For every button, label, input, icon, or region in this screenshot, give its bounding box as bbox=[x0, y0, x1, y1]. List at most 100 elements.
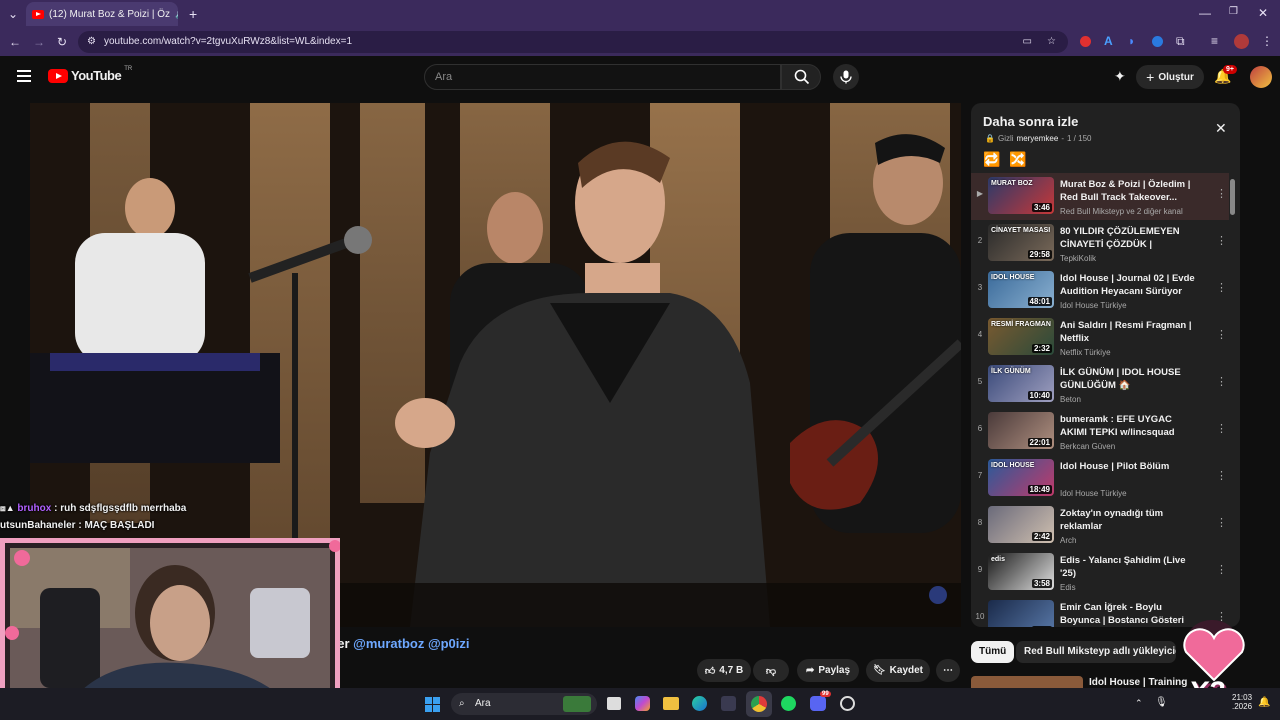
media-control-icon[interactable]: ≡ bbox=[1211, 35, 1218, 47]
playlist-item-menu-icon[interactable]: ⋮ bbox=[1216, 563, 1227, 576]
playlist-item-title[interactable]: İLK GÜNÜM | IDOL HOUSE GÜNLÜĞÜM 🏠 bbox=[1060, 366, 1200, 392]
account-avatar[interactable] bbox=[1250, 66, 1272, 88]
obs-icon[interactable] bbox=[840, 696, 855, 711]
playlist-item-menu-icon[interactable]: ⋮ bbox=[1216, 469, 1227, 482]
playlist-item[interactable]: 2 CİNAYET MASASI 29:58 80 YILDIR ÇÖZÜLEMEYE… bbox=[971, 220, 1229, 267]
playlist-title[interactable]: Daha sonra izle bbox=[983, 114, 1078, 129]
playlist-item-title[interactable]: Edis - Yalancı Şahidim (Live '25) bbox=[1060, 554, 1200, 580]
chrome-taskbar-item[interactable] bbox=[746, 691, 772, 717]
youtube-logo[interactable]: YouTube TR bbox=[48, 66, 132, 83]
bookmark-star-icon[interactable]: ☆ bbox=[1047, 31, 1056, 53]
playlist-item[interactable]: 6 22:01 bumeramk : EFE UYGAC AKIMI TEPKI w… bbox=[971, 408, 1229, 455]
playlist-item-thumbnail[interactable]: IDOL HOUSE 18:49 bbox=[988, 459, 1054, 496]
playlist-item-channel[interactable]: TepkiKolik bbox=[1060, 254, 1210, 263]
dislike-button[interactable]: 👎︎ bbox=[753, 659, 789, 682]
playlist-item-thumbnail[interactable]: edis 3:58 bbox=[988, 553, 1054, 590]
forward-icon[interactable]: → bbox=[33, 36, 45, 48]
playlist-item-title[interactable]: bumeramk : EFE UYGAC AKIMI TEPKI w/lincs… bbox=[1060, 413, 1200, 439]
playlist-item-channel[interactable]: Arch bbox=[1060, 536, 1210, 545]
chip-all[interactable]: Tümü bbox=[971, 641, 1015, 663]
taskbar-search[interactable]: ⌕ Ara bbox=[451, 693, 597, 715]
playlist-item[interactable]: 5 İLK GÜNÜM 10:40 İLK GÜNÜM | IDOL HOUSE GÜ… bbox=[971, 361, 1229, 408]
next-video-thumbnail[interactable] bbox=[971, 676, 1083, 688]
playlist-item[interactable]: 7 IDOL HOUSE 18:49 Idol House | Pilot Bölüm… bbox=[971, 455, 1229, 502]
audio-icon[interactable]: 🔊 bbox=[175, 9, 178, 20]
extension-translate-icon[interactable]: A bbox=[1104, 35, 1113, 47]
playlist-item[interactable]: 3 IDOL HOUSE 48:01 Idol House | Journal 02 … bbox=[971, 267, 1229, 314]
browser-tab[interactable]: (12) Murat Boz & Poizi | Öz 🔊 ✕ bbox=[26, 2, 178, 26]
task-view-icon[interactable] bbox=[607, 697, 621, 710]
playlist-item-channel[interactable]: Idol House Türkiye bbox=[1060, 489, 1210, 498]
search-input[interactable]: Ara bbox=[424, 64, 781, 90]
playlist-item-thumbnail[interactable]: 2:42 bbox=[988, 506, 1054, 543]
playlist-item-menu-icon[interactable]: ⋮ bbox=[1216, 328, 1227, 341]
spotify-icon[interactable] bbox=[781, 696, 796, 711]
voice-search-button[interactable] bbox=[833, 64, 859, 90]
notification-center-icon[interactable]: 🔔 bbox=[1258, 697, 1270, 708]
tray-chevron-icon[interactable]: ⌃ bbox=[1135, 698, 1143, 709]
search-button[interactable] bbox=[781, 64, 821, 90]
restore-icon[interactable]: ❐ bbox=[1229, 7, 1238, 17]
playlist-scrollbar[interactable] bbox=[1230, 179, 1235, 215]
playlist-item-thumbnail[interactable]: 22:01 bbox=[988, 412, 1054, 449]
close-window-icon[interactable]: ✕ bbox=[1258, 7, 1268, 19]
playlist-item-thumbnail[interactable]: İLK GÜNÜM 10:40 bbox=[988, 365, 1054, 402]
more-actions-button[interactable]: ⋯ bbox=[936, 659, 960, 682]
menu-dots-icon[interactable]: ⋮ bbox=[1261, 35, 1273, 47]
extension-red-icon[interactable] bbox=[1080, 36, 1091, 47]
new-tab-icon[interactable]: + bbox=[189, 7, 197, 21]
playlist-item-menu-icon[interactable]: ⋮ bbox=[1216, 516, 1227, 529]
url-field[interactable]: ⚙ youtube.com/watch?v=2tgvuXuRWz8&list=W… bbox=[78, 31, 1068, 53]
windows-start-icon[interactable] bbox=[425, 697, 440, 712]
playlist-item-title[interactable]: Idol House | Pilot Bölüm bbox=[1060, 460, 1200, 473]
reload-icon[interactable]: ↻ bbox=[57, 36, 67, 48]
playlist-item-title[interactable]: Murat Boz & Poizi | Özledim | Red Bull T… bbox=[1060, 178, 1200, 204]
playlist-item-menu-icon[interactable]: ⋮ bbox=[1216, 281, 1227, 294]
playlist-item-menu-icon[interactable]: ⋮ bbox=[1216, 234, 1227, 247]
clock[interactable]: 21:03 .2026 bbox=[1232, 693, 1252, 711]
cast-icon[interactable]: ▭ bbox=[1023, 31, 1032, 53]
store-icon[interactable] bbox=[721, 696, 736, 711]
file-explorer-icon[interactable] bbox=[663, 697, 679, 710]
microphone-tray-icon[interactable]: 🎙 bbox=[1155, 697, 1168, 708]
playlist-item-thumbnail[interactable]: MURAT BOZ 3:46 bbox=[988, 177, 1054, 214]
close-playlist-icon[interactable]: ✕ bbox=[1215, 120, 1227, 137]
create-button[interactable]: + Oluştur bbox=[1136, 65, 1204, 89]
playlist-item[interactable]: ▶ MURAT BOZ 3:46 Murat Boz & Poizi | Özledi… bbox=[971, 173, 1229, 220]
playlist-item-channel[interactable]: Beton bbox=[1060, 395, 1210, 404]
profile-avatar[interactable] bbox=[1234, 34, 1249, 49]
playlist-item-thumbnail[interactable]: CİNAYET MASASI 29:58 bbox=[988, 224, 1054, 261]
loop-playlist-icon[interactable]: 🔁 bbox=[983, 151, 1000, 168]
playlist-item-menu-icon[interactable]: ⋮ bbox=[1216, 375, 1227, 388]
hamburger-menu-icon[interactable] bbox=[17, 70, 31, 82]
playlist-item-thumbnail[interactable]: RESMİ FRAGMAN 2:32 bbox=[988, 318, 1054, 355]
extension-audio-icon[interactable]: ◗ bbox=[1128, 35, 1135, 47]
share-button[interactable]: ➦ Paylaş bbox=[797, 659, 859, 682]
playlist-item-thumbnail[interactable]: IDOL HOUSE 48:01 bbox=[988, 271, 1054, 308]
playlist-item-title[interactable]: Zoktay'ın oynadığı tüm reklamlar bbox=[1060, 507, 1200, 533]
playlist-item-title[interactable]: Idol House | Journal 02 | Evde Audition … bbox=[1060, 272, 1200, 298]
edge-icon[interactable] bbox=[692, 696, 707, 711]
extension-shield-icon[interactable] bbox=[1152, 36, 1163, 47]
playlist-item[interactable]: 8 2:42 Zoktay'ın oynadığı tüm reklamlar Arc… bbox=[971, 502, 1229, 549]
playlist-owner[interactable]: meryemkee bbox=[1017, 134, 1059, 143]
extensions-puzzle-icon[interactable]: ⧉ bbox=[1176, 35, 1185, 47]
shuffle-icon[interactable]: 🔀 bbox=[1009, 151, 1026, 168]
chip-uploader[interactable]: Red Bull Miksteyp adlı yükleyiciden bbox=[1016, 641, 1176, 663]
next-video-title[interactable]: Idol House | Training bbox=[1089, 677, 1187, 688]
playlist-item-channel[interactable]: Red Bull Miksteyp ve 2 diğer kanal bbox=[1060, 207, 1210, 216]
like-button[interactable]: 👍︎ 4,7 B bbox=[697, 659, 751, 682]
video-title-mentions[interactable]: @muratboz @p0izi bbox=[353, 636, 469, 651]
playlist-item-menu-icon[interactable]: ⋮ bbox=[1216, 422, 1227, 435]
playlist-item-channel[interactable]: Netflix Türkiye bbox=[1060, 348, 1210, 357]
site-info-icon[interactable]: ⚙ bbox=[87, 31, 96, 53]
playlist-item[interactable]: 9 edis 3:58 Edis - Yalancı Şahidim (Live '2… bbox=[971, 549, 1229, 596]
playlist-item[interactable]: 4 RESMİ FRAGMAN 2:32 Ani Saldırı | Resmi Fr… bbox=[971, 314, 1229, 361]
playlist-item-channel[interactable]: Berkcan Güven bbox=[1060, 442, 1210, 451]
playlist-item-title[interactable]: Ani Saldırı | Resmi Fragman | Netflix bbox=[1060, 319, 1200, 345]
create-puzzle-icon[interactable]: ✦ bbox=[1114, 68, 1126, 85]
playlist-item-channel[interactable]: Edis bbox=[1060, 583, 1210, 592]
playlist-item-channel[interactable]: Idol House Türkiye bbox=[1060, 301, 1210, 310]
minimize-icon[interactable]: — bbox=[1199, 7, 1211, 19]
playlist-item-thumbnail[interactable]: 3:51 bbox=[988, 600, 1054, 627]
